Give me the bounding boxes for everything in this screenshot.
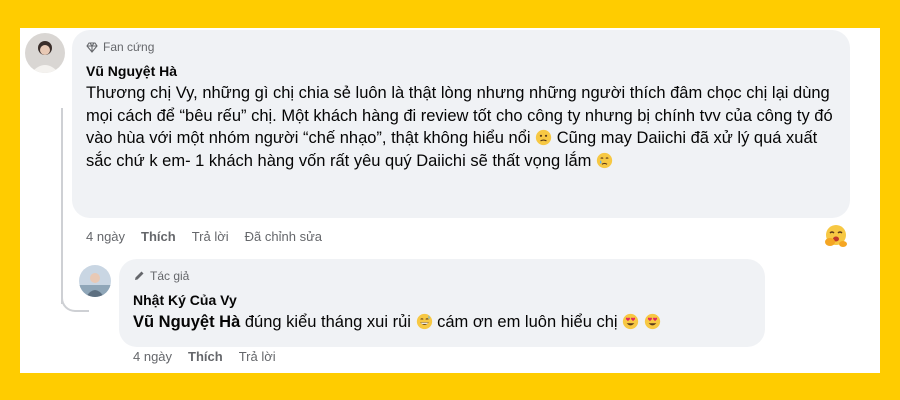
reply-author[interactable]: Nhật Ký Của Vy xyxy=(133,291,751,309)
thread-line xyxy=(61,108,63,304)
reply-actions: 4 ngày Thích Trả lời xyxy=(133,349,292,364)
comment-time[interactable]: 4 ngày xyxy=(86,229,125,244)
mention-link[interactable]: Vũ Nguyệt Hà xyxy=(133,313,240,331)
grinning-sweat-face-icon xyxy=(416,313,432,330)
comment-text: Thương chị Vy, những gì chị chia sẻ luôn… xyxy=(86,82,836,172)
reply-time[interactable]: 4 ngày xyxy=(133,349,172,364)
reply-text: Vũ Nguyệt Hà đúng kiểu tháng xui rủi cám… xyxy=(133,311,751,334)
reply-avatar[interactable] xyxy=(79,265,111,297)
avatar[interactable] xyxy=(25,33,65,73)
badge-label: Tác giả xyxy=(150,269,190,283)
confused-face-icon xyxy=(535,129,552,146)
reply-button[interactable]: Trả lời xyxy=(192,229,229,244)
author-badge: Tác giả xyxy=(133,268,751,284)
reply-button[interactable]: Trả lời xyxy=(239,349,276,364)
heart-eyes-face-icon xyxy=(623,313,639,330)
reply-text-part1: đúng kiểu tháng xui rủi xyxy=(244,313,411,331)
sad-tear-face-icon xyxy=(596,152,613,168)
comment-card: Fan cứng Vũ Nguyệt Hà Thương chị Vy, nhữ… xyxy=(20,28,880,373)
edited-label: Đã chỉnh sửa xyxy=(244,229,323,244)
fan-badge: Fan cứng xyxy=(86,39,836,55)
face-hand-over-mouth-emoji-icon[interactable] xyxy=(823,223,849,249)
comment-author[interactable]: Vũ Nguyệt Hà xyxy=(86,62,836,80)
reply-bubble: Tác giả Nhật Ký Của Vy Vũ Nguyệt Hà đúng… xyxy=(119,259,765,347)
pencil-icon xyxy=(135,271,144,280)
badge-label: Fan cứng xyxy=(103,40,155,54)
diamond-icon xyxy=(86,41,98,53)
reply-text-part2: cám ơn em luôn hiểu chị xyxy=(437,313,618,331)
comment-actions: 4 ngày Thích Trả lời Đã chỉnh sửa xyxy=(86,229,338,244)
heart-eyes-face-icon xyxy=(644,313,660,330)
like-button[interactable]: Thích xyxy=(141,229,176,244)
like-button[interactable]: Thích xyxy=(188,349,223,364)
comment-bubble: Fan cứng Vũ Nguyệt Hà Thương chị Vy, nhữ… xyxy=(72,30,850,218)
